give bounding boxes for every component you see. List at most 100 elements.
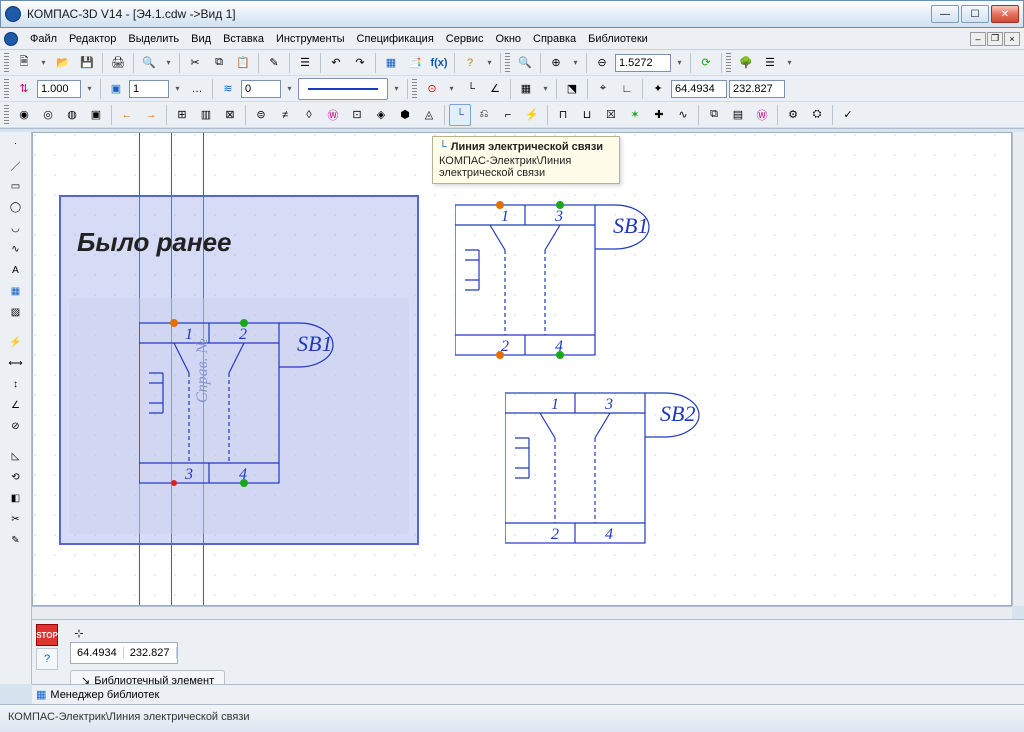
elec-tool-9[interactable]: ≠ [274, 104, 296, 126]
linestyle-combo[interactable] [298, 78, 388, 100]
zoom-fit-button[interactable]: 🔍 [514, 52, 536, 74]
edit-move[interactable]: ◺ [6, 446, 26, 466]
help-button[interactable]: ? [459, 52, 481, 74]
elec-tool-15[interactable]: ◬ [418, 104, 440, 126]
stop-button[interactable]: STOP [36, 624, 58, 646]
new-dropdown[interactable]: ▾ [37, 52, 50, 74]
minimize-button[interactable]: — [931, 5, 959, 23]
menu-view[interactable]: Вид [185, 31, 217, 47]
copy-button[interactable]: ⧉ [208, 52, 230, 74]
vertical-scrollbar[interactable] [1012, 132, 1024, 606]
elec-tool-7[interactable]: ⊠ [219, 104, 241, 126]
edit-trim[interactable]: ✂ [6, 509, 26, 529]
elec-tool-11[interactable]: Ⓦ [322, 104, 344, 126]
maximize-button[interactable]: ☐ [961, 5, 989, 23]
elec-tool-27[interactable]: ▤ [727, 104, 749, 126]
elec-tool-14[interactable]: ⬢ [394, 104, 416, 126]
lcs-button[interactable]: ⬔ [561, 78, 583, 100]
elec-tool-12[interactable]: ⊡ [346, 104, 368, 126]
cut-button[interactable]: ✂ [184, 52, 206, 74]
menu-help[interactable]: Справка [527, 31, 582, 47]
help-panel-button[interactable]: ? [36, 648, 58, 670]
dim-v[interactable]: ↕ [6, 374, 26, 394]
elec-tool-24[interactable]: ✚ [648, 104, 670, 126]
elec-tool-21[interactable]: ⊔ [576, 104, 598, 126]
menu-libs[interactable]: Библиотеки [582, 31, 654, 47]
geom-arc[interactable]: ◡ [6, 218, 26, 238]
ortho-button[interactable]: └ [460, 78, 482, 100]
cursor-x-input[interactable] [671, 80, 727, 98]
elec-tool-17[interactable]: ⎌ [473, 104, 495, 126]
edit-rotate[interactable]: ⟲ [6, 467, 26, 487]
print-button[interactable]: 🖨 [107, 52, 129, 74]
elec-tool-2[interactable]: ◎ [37, 104, 59, 126]
edit-tool[interactable]: ✎ [6, 530, 26, 550]
layer-input[interactable] [129, 80, 169, 98]
open-button[interactable]: 📂 [52, 52, 74, 74]
toolbar-grip[interactable] [4, 79, 9, 99]
menu-window[interactable]: Окно [489, 31, 527, 47]
toolbar-grip[interactable] [4, 53, 9, 73]
elec-tool-13[interactable]: ◈ [370, 104, 392, 126]
style-icon[interactable]: ≋ [217, 78, 239, 100]
angle-snap-button[interactable]: ∠ [484, 78, 506, 100]
tree-button[interactable]: 🌳 [735, 52, 757, 74]
drawing-canvas[interactable]: Было ранее 1 2 3 4 SB1 Справ. № [32, 132, 1012, 606]
menu-file[interactable]: Файл [24, 31, 63, 47]
library-manager-bar[interactable]: ▦ Менеджер библиотек [32, 684, 1024, 704]
elec-tool-29[interactable]: ⚙ [782, 104, 804, 126]
dim-radial[interactable]: ⊘ [6, 416, 26, 436]
menu-select[interactable]: Выделить [122, 31, 185, 47]
geom-circle[interactable]: ◯ [6, 197, 26, 217]
manager-button[interactable]: ☰ [759, 52, 781, 74]
close-button[interactable]: ✕ [991, 5, 1019, 23]
menu-service[interactable]: Сервис [440, 31, 490, 47]
menu-insert[interactable]: Вставка [217, 31, 270, 47]
zoom-value-input[interactable] [615, 54, 671, 72]
style-input[interactable] [241, 80, 281, 98]
edit-mirror[interactable]: ◧ [6, 488, 26, 508]
mdi-minimize[interactable]: – [970, 32, 986, 46]
geom-rect[interactable]: ▭ [6, 176, 26, 196]
elec-tool-10[interactable]: ◊ [298, 104, 320, 126]
snap-button[interactable]: ⊙ [421, 78, 443, 100]
dim-linear[interactable]: ⚡ [6, 332, 26, 352]
zoom-in-button[interactable]: ⊕ [545, 52, 567, 74]
elec-tool-26[interactable]: ⧉ [703, 104, 725, 126]
toolbar-grip[interactable] [726, 53, 731, 73]
menu-editor[interactable]: Редактор [63, 31, 122, 47]
properties-button[interactable]: ☰ [294, 52, 316, 74]
coords-origin-button[interactable]: ⌖ [592, 78, 614, 100]
zoom-out-button[interactable]: ⊖ [591, 52, 613, 74]
geom-table[interactable]: ▦ [6, 281, 26, 301]
elec-tool-19[interactable]: ⚡ [521, 104, 543, 126]
layer-icon[interactable]: ▣ [105, 78, 127, 100]
cursor-y-input[interactable] [729, 80, 785, 98]
elec-tool-3[interactable]: ◍ [61, 104, 83, 126]
elec-tool-28[interactable]: Ⓦ [751, 104, 773, 126]
refresh-button[interactable]: ⟳ [695, 52, 717, 74]
libraries-button[interactable]: ▦ [380, 52, 402, 74]
elec-tool-1[interactable]: ◉ [13, 104, 35, 126]
arrow-right[interactable]: → [140, 104, 162, 126]
geom-spline[interactable]: ∿ [6, 239, 26, 259]
elec-tool-4[interactable]: ▣ [85, 104, 107, 126]
scale-input[interactable] [37, 80, 81, 98]
geom-hatch[interactable]: ▨ [6, 302, 26, 322]
elec-tool-30[interactable]: ⛭ [806, 104, 828, 126]
elec-tool-25[interactable]: ∿ [672, 104, 694, 126]
menu-tools[interactable]: Инструменты [270, 31, 351, 47]
elec-tool-5[interactable]: ⊞ [171, 104, 193, 126]
toolbar-grip[interactable] [505, 53, 510, 73]
redo-button[interactable]: ↷ [349, 52, 371, 74]
toolbar-grip[interactable] [4, 105, 9, 125]
paste-button[interactable]: 📋 [232, 52, 254, 74]
dim-angle[interactable]: ∠ [6, 395, 26, 415]
geom-text[interactable]: A [6, 260, 26, 280]
geom-line[interactable]: ／ [6, 155, 26, 175]
mdi-close[interactable]: × [1004, 32, 1020, 46]
layer-dialog-button[interactable]: … [186, 78, 208, 100]
save-button[interactable]: 💾 [76, 52, 98, 74]
mdi-restore[interactable]: ❐ [987, 32, 1003, 46]
geom-point[interactable]: ⋅ [6, 134, 26, 154]
